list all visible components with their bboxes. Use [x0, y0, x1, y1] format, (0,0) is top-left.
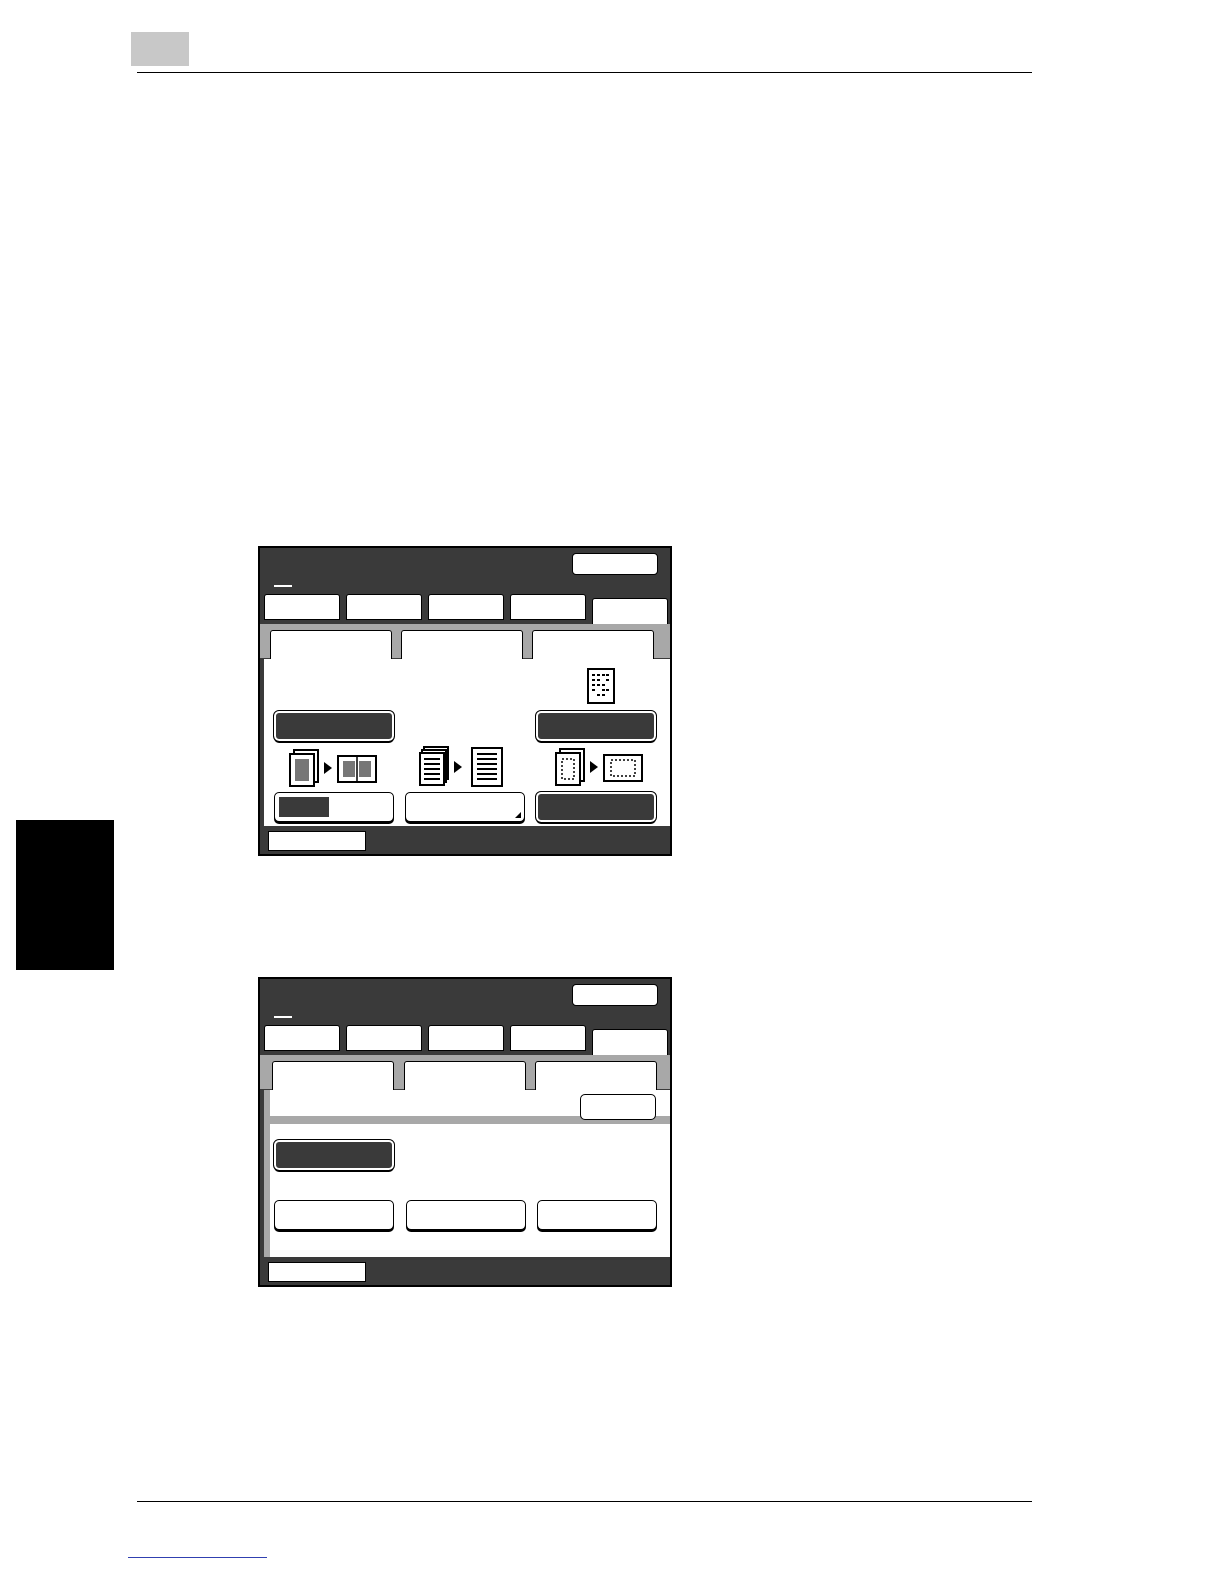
panel2-body: [264, 1090, 670, 1258]
multi-page-to-single-icon: [419, 746, 503, 787]
panel2-option-button-2[interactable]: [406, 1200, 526, 1230]
panel2-status-bar: [260, 1257, 670, 1285]
panel1-sub-tab-3[interactable]: [532, 630, 654, 660]
chapter-number-tab: [131, 32, 189, 66]
panel2-section-button[interactable]: [580, 1094, 656, 1120]
panel1-option-button-3[interactable]: [535, 791, 657, 823]
panel1-mode-tab-1[interactable]: [264, 594, 340, 620]
panel2-title-mark: [274, 1016, 292, 1018]
panel2-mode-tab-2[interactable]: [346, 1025, 422, 1051]
panel1-sub-tab-2[interactable]: [401, 630, 523, 660]
panel1-mode-tab-4[interactable]: [510, 594, 586, 620]
book-to-spread-icon: [289, 749, 377, 787]
touch-panel-screen-1: [258, 546, 672, 856]
panel1-option-button-1[interactable]: [274, 792, 394, 822]
panel2-sub-tab-2[interactable]: [404, 1061, 526, 1091]
panel2-mode-tab-1[interactable]: [264, 1025, 340, 1051]
panel2-status-button[interactable]: [268, 1262, 366, 1282]
header-rule: [137, 72, 1032, 73]
panel1-option-button-1-indicator: [279, 797, 329, 817]
single-page-text-icon: [587, 668, 615, 704]
touch-panel-screen-2: [258, 977, 672, 1287]
panel1-top-button[interactable]: [572, 553, 658, 575]
panel1-title-mark: [274, 585, 292, 587]
panel1-mode-tab-2[interactable]: [346, 594, 422, 620]
panel2-sub-tab-3[interactable]: [535, 1061, 657, 1091]
panel2-mode-tab-4[interactable]: [510, 1025, 586, 1051]
panel1-mode-tab-3[interactable]: [428, 594, 504, 620]
chapter-side-tab: [16, 820, 114, 970]
panel2-mode-tab-3[interactable]: [428, 1025, 504, 1051]
panel2-option-button-3[interactable]: [537, 1200, 657, 1230]
panel1-body: [264, 659, 670, 827]
panel1-right-selected-button[interactable]: [535, 710, 657, 742]
footer-rule: [137, 1501, 1032, 1502]
panel1-status-bar: [260, 826, 670, 854]
panel2-selected-button[interactable]: [273, 1139, 395, 1171]
footer-link[interactable]: [128, 1557, 267, 1558]
panel2-top-button[interactable]: [572, 984, 658, 1006]
panel1-left-selected-button[interactable]: [273, 710, 395, 742]
panel1-option-button-2[interactable]: [405, 792, 525, 822]
more-options-corner-icon: [515, 812, 521, 818]
page-to-frame-icon: [555, 748, 643, 786]
panel1-status-button[interactable]: [268, 831, 366, 851]
panel2-option-button-1[interactable]: [274, 1200, 394, 1230]
